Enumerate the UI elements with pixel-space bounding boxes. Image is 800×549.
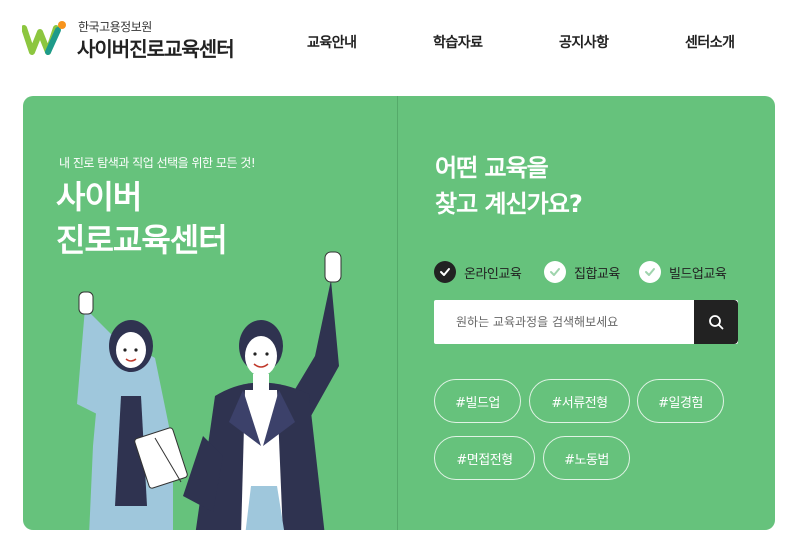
option-online-education[interactable]: 온라인교육	[434, 260, 522, 284]
option-label: 집합교육	[574, 266, 620, 282]
nav-item-learning-materials[interactable]: 학습자료	[433, 32, 483, 52]
search-icon	[709, 315, 724, 330]
option-group-education[interactable]: 집합교육	[544, 260, 620, 284]
hero-subtitle: 내 진로 탐색과 직업 선택을 위한 모든 것!	[59, 156, 256, 170]
logo-mark-icon	[22, 21, 66, 55]
search-question-title: 어떤 교육을 찾고 계신가요?	[435, 150, 583, 222]
check-icon[interactable]	[544, 261, 566, 283]
tag-interview-screening[interactable]: #면접전형	[434, 436, 535, 480]
site-logo[interactable]: 한국고용정보원 사이버진로교육센터	[22, 18, 262, 62]
tag-labor-law[interactable]: #노동법	[543, 436, 630, 480]
logo-title: 사이버진로교육센터	[77, 37, 235, 61]
option-label: 빌드업교육	[669, 266, 727, 282]
check-icon[interactable]	[434, 261, 456, 283]
site-header: 한국고용정보원 사이버진로교육센터 교육안내 학습자료 공지사항 센터소개	[0, 0, 800, 84]
hero-title-line1: 사이버	[56, 178, 142, 216]
option-label: 온라인교육	[464, 266, 522, 282]
course-search-box	[434, 300, 738, 344]
man-figure	[183, 251, 342, 530]
check-icon[interactable]	[639, 261, 661, 283]
students-cheering-illustration	[77, 251, 342, 530]
tag-document-screening[interactable]: #서류전형	[529, 379, 630, 423]
nav-item-notices[interactable]: 공지사항	[559, 32, 609, 52]
course-search-input[interactable]	[434, 300, 694, 344]
option-buildup-education[interactable]: 빌드업교육	[639, 260, 727, 284]
hero-divider	[397, 96, 398, 530]
hero-banner: 내 진로 탐색과 직업 선택을 위한 모든 것! 사이버 진로교육센터 어떤 교…	[23, 96, 775, 530]
nav-item-education-guide[interactable]: 교육안내	[307, 32, 357, 52]
woman-figure	[77, 291, 188, 530]
tag-work-experience[interactable]: #일경험	[637, 379, 724, 423]
search-question-line1: 어떤 교육을	[435, 154, 549, 182]
search-button[interactable]	[694, 300, 738, 344]
search-question-line2: 찾고 계신가요?	[435, 190, 583, 218]
nav-item-center-intro[interactable]: 센터소개	[685, 32, 735, 52]
tag-buildup[interactable]: #빌드업	[434, 379, 521, 423]
